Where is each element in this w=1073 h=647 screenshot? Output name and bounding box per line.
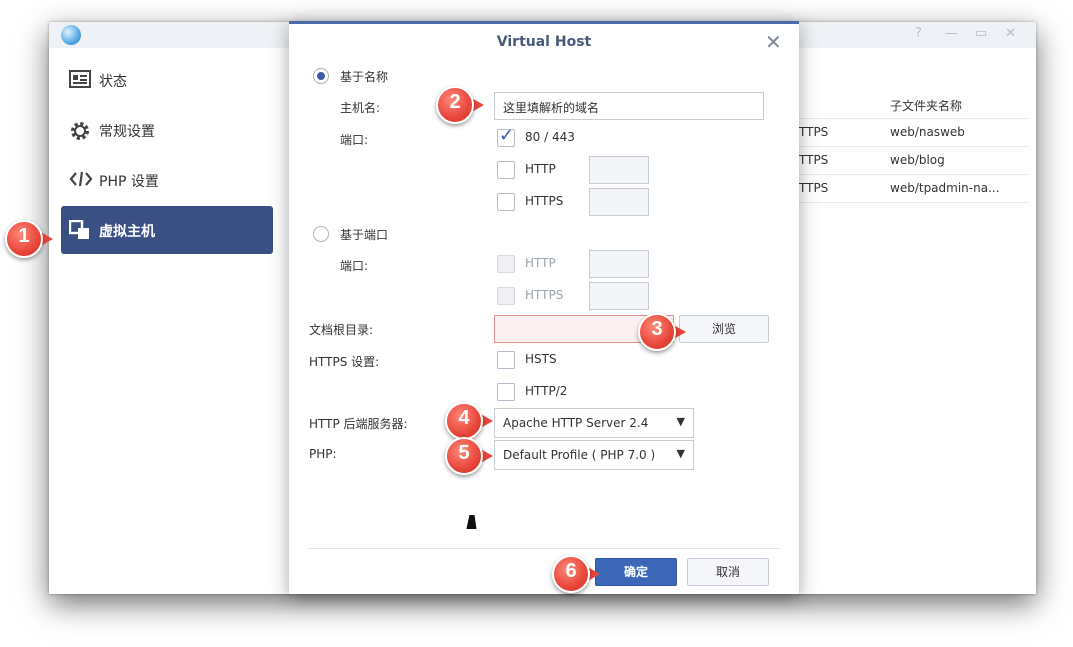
sidebar-item-label: 常规设置 [99, 124, 155, 140]
virtual-host-dialog: Virtual Host ✕ 基于名称 主机名: 这里填解析的域名 端口: ✓ … [289, 21, 799, 594]
hostname-input[interactable]: 这里填解析的域名 [494, 92, 764, 120]
port-http-label: HTTP [525, 162, 556, 176]
gear-icon [69, 120, 91, 140]
port-80-443-checkbox[interactable]: ✓ [497, 125, 515, 147]
port-based-http-label: HTTP [525, 256, 556, 270]
port-http-checkbox[interactable] [497, 161, 515, 179]
close-window-icon[interactable]: ✕ [1005, 26, 1016, 41]
name-based-radio[interactable] [313, 68, 329, 84]
hostname-label: 主机名: [340, 101, 381, 115]
backend-select[interactable]: Apache HTTP Server 2.4 ▼ [494, 408, 694, 438]
callout-marker: 3 [638, 313, 686, 351]
status-card-icon [69, 70, 91, 90]
callout-marker: 5 [445, 437, 493, 475]
code-icon [69, 170, 93, 190]
backend-label: HTTP 后端服务器: [309, 417, 408, 431]
callout-marker: 4 [445, 402, 493, 440]
sidebar-item-label: 虚拟主机 [99, 224, 155, 240]
port-label: 端口: [340, 133, 369, 147]
port-based-https-checkbox[interactable] [497, 287, 515, 305]
sidebar-item-general[interactable]: 常规设置 [61, 106, 273, 154]
port-https-checkbox[interactable] [497, 193, 515, 211]
https-port-input[interactable] [589, 188, 649, 216]
cancel-button[interactable]: 取消 [687, 558, 769, 586]
sidebar-item-label: PHP 设置 [99, 174, 159, 190]
name-based-label: 基于名称 [340, 70, 389, 84]
close-icon[interactable]: ✕ [765, 30, 782, 54]
port-based-https-input[interactable] [589, 282, 649, 310]
docroot-label: 文档根目录: [309, 323, 374, 337]
table-row[interactable]: TTPS web/tpadmin-na... [799, 174, 1029, 203]
php-label: PHP: [309, 447, 337, 461]
ok-button[interactable]: 确定 [595, 558, 677, 586]
hsts-checkbox[interactable] [497, 351, 515, 369]
port-based-port-label: 端口: [340, 259, 369, 273]
port-based-http-checkbox[interactable] [497, 255, 515, 273]
sidebar-item-status[interactable]: 状态 [61, 56, 273, 104]
maximize-icon[interactable]: ▭ [975, 26, 987, 41]
port-based-https-label: HTTPS [525, 288, 564, 302]
minimize-icon[interactable]: — [945, 26, 958, 41]
port-based-radio[interactable] [313, 226, 329, 242]
virtual-host-icon [68, 219, 91, 240]
sidebar: 状态 常规设置 PHP 设置 虚拟主机 [49, 48, 287, 594]
port-based-label: 基于端口 [340, 228, 389, 242]
table-header: 子文件夹名称 [799, 90, 1029, 119]
web-station-icon [61, 25, 81, 45]
sidebar-item-php[interactable]: PHP 设置 [61, 156, 273, 204]
chevron-down-icon: ▼ [676, 415, 685, 428]
https-settings-label: HTTPS 设置: [309, 355, 380, 369]
dialog-title: Virtual Host [496, 34, 592, 50]
chevron-down-icon: ▼ [676, 447, 685, 460]
callout-marker: 1 [5, 220, 53, 258]
http2-label: HTTP/2 [525, 384, 568, 398]
sidebar-item-virtual-host[interactable]: 虚拟主机 [61, 206, 273, 254]
footer-divider [309, 548, 779, 549]
hsts-label: HSTS [525, 352, 557, 366]
http2-checkbox[interactable] [497, 383, 515, 401]
port-https-label: HTTPS [525, 194, 564, 208]
table-row[interactable]: TTPS web/blog [799, 146, 1029, 175]
port-based-http-input[interactable] [589, 250, 649, 278]
callout-marker: 2 [436, 86, 484, 124]
help-icon[interactable]: ? [915, 26, 922, 41]
callout-marker: 6 [552, 555, 600, 593]
column-header-subfolder[interactable]: 子文件夹名称 [890, 97, 962, 114]
http-port-input[interactable] [589, 156, 649, 184]
port-80-443-label: 80 / 443 [525, 130, 575, 144]
php-profile-select[interactable]: Default Profile ( PHP 7.0 ) ▼ [494, 440, 694, 470]
sidebar-item-label: 状态 [99, 74, 127, 90]
browse-button[interactable]: 浏览 [679, 315, 769, 343]
table-row[interactable]: TTPS web/nasweb [799, 118, 1029, 147]
